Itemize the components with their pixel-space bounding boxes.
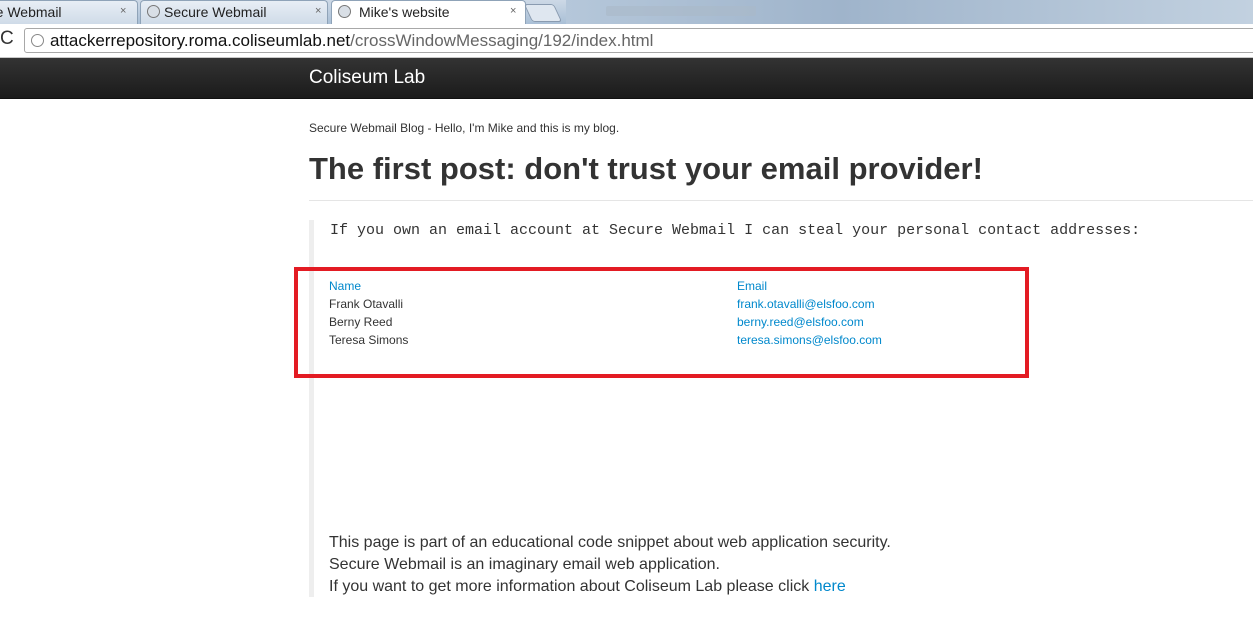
- footer-line-1: This page is part of an educational code…: [329, 534, 891, 551]
- tab-close-icon[interactable]: ×: [120, 5, 126, 17]
- blurred-window-title: [606, 6, 756, 16]
- url-path: /crossWindowMessaging/192/index.html: [350, 31, 654, 50]
- url-host: attackerrepository.roma.coliseumlab.net: [50, 31, 351, 50]
- reload-icon[interactable]: C: [0, 28, 14, 50]
- table-row: Teresa Simons teresa.simons@elsfoo.com: [329, 333, 1029, 351]
- address-bar[interactable]: attackerrepository.roma.coliseumlab.net/…: [24, 28, 1253, 53]
- tab-close-icon[interactable]: ×: [510, 5, 516, 17]
- footer-line-3: If you want to get more information abou…: [329, 576, 891, 598]
- contact-name: Teresa Simons: [329, 333, 409, 347]
- title-divider: [309, 200, 1253, 201]
- site-navbar: Coliseum Lab: [0, 58, 1253, 99]
- window-frame: [566, 0, 1253, 24]
- globe-icon: [338, 5, 351, 18]
- here-link[interactable]: here: [814, 578, 846, 595]
- page-icon: [31, 34, 44, 47]
- contact-email[interactable]: berny.reed@elsfoo.com: [737, 315, 864, 329]
- column-header-email: Email: [737, 279, 768, 293]
- contact-name: Berny Reed: [329, 315, 393, 329]
- table-row: Berny Reed berny.reed@elsfoo.com: [329, 315, 1029, 333]
- contacts-table: Name Email Frank Otavalli frank.otavalli…: [329, 279, 1029, 351]
- footer-line-3-text: If you want to get more information abou…: [329, 578, 814, 595]
- column-header-name: Name: [329, 279, 362, 293]
- brand-link[interactable]: Coliseum Lab: [309, 67, 425, 89]
- contact-name: Frank Otavalli: [329, 297, 404, 311]
- footer-line-2: Secure Webmail is an imaginary email web…: [329, 556, 720, 573]
- browser-toolbar: C attackerrepository.roma.coliseumlab.ne…: [0, 24, 1253, 58]
- table-header-row: Name Email: [329, 279, 1029, 297]
- tab-title: Mike's website: [359, 4, 450, 20]
- tab-mikes-website[interactable]: Mike's website ×: [331, 0, 526, 24]
- tab-title: re Webmail: [0, 4, 62, 20]
- page-footer: This page is part of an educational code…: [329, 532, 891, 598]
- globe-icon: [147, 5, 160, 18]
- tab-re-webmail[interactable]: re Webmail ×: [0, 0, 138, 24]
- quote-text: If you own an email account at Secure We…: [330, 222, 1141, 239]
- post-title: The first post: don't trust your email p…: [309, 151, 983, 186]
- contact-email[interactable]: teresa.simons@elsfoo.com: [737, 333, 882, 347]
- contact-email[interactable]: frank.otavalli@elsfoo.com: [737, 297, 875, 311]
- tab-close-icon[interactable]: ×: [315, 5, 321, 17]
- url-text[interactable]: attackerrepository.roma.coliseumlab.net/…: [50, 31, 653, 51]
- blog-intro: Secure Webmail Blog - Hello, I'm Mike an…: [309, 121, 620, 135]
- tab-title: Secure Webmail: [164, 4, 267, 20]
- tab-strip: re Webmail × Secure Webmail × Mike's web…: [0, 0, 1253, 24]
- tab-secure-webmail[interactable]: Secure Webmail ×: [140, 0, 328, 24]
- new-tab-button[interactable]: [523, 4, 563, 22]
- table-row: Frank Otavalli frank.otavalli@elsfoo.com: [329, 297, 1029, 315]
